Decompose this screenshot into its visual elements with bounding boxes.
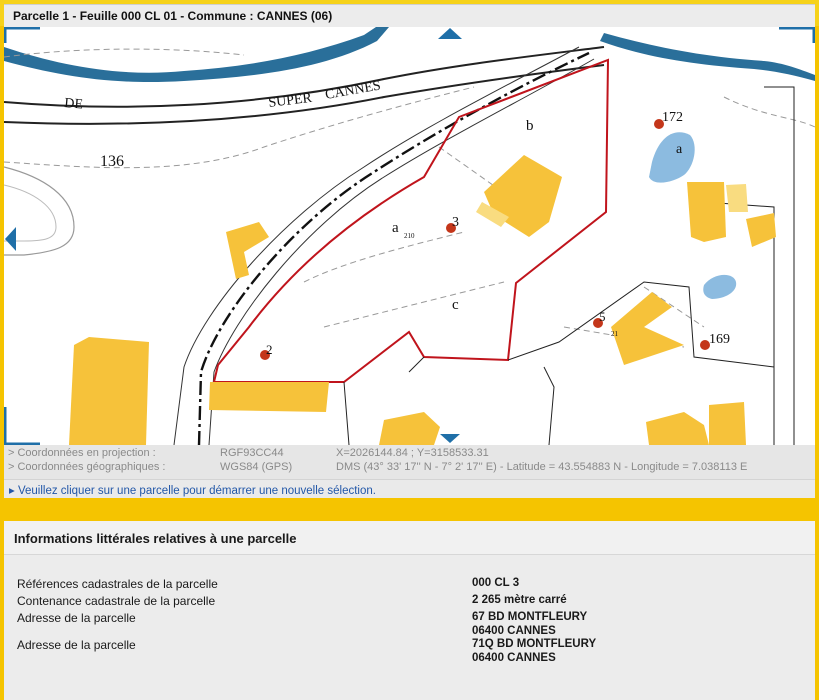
info-value: 000 CL 3 <box>472 577 520 589</box>
projection-row: > Coordonnées en projection : RGF93CC44 … <box>4 447 815 462</box>
geo-label: > Coordonnées géographiques : <box>8 461 166 473</box>
building <box>726 184 748 212</box>
pan-up-arrow[interactable] <box>438 28 462 39</box>
lot-letter: a <box>676 142 683 157</box>
info-label: Adresse de la parcelle <box>17 611 136 625</box>
pond <box>703 274 737 299</box>
info-value: 2 265 mètre carré <box>472 594 567 606</box>
small-label: 210 <box>404 232 415 240</box>
pond <box>649 132 695 183</box>
river-east <box>600 33 815 81</box>
info-value: 71Q BD MONTFLEURY <box>472 638 597 650</box>
title-bar-inner: Parcelle 1 - Feuille 000 CL 01 - Commune… <box>4 4 815 27</box>
parcel-number: 5 <box>599 309 606 324</box>
geo-row: > Coordonnées géographiques : WGS84 (GPS… <box>4 461 815 476</box>
map-canvas[interactable]: DE SUPER CANNES 136 3 2 5 172 169 a b c … <box>4 27 815 445</box>
corner-bracket <box>4 407 40 445</box>
info-label: Références cadastrales de la parcelle <box>17 577 218 591</box>
building <box>709 402 746 445</box>
river <box>4 27 389 83</box>
info-value: 06400 CANNES <box>472 652 556 664</box>
window-title: Parcelle 1 - Feuille 000 CL 01 - Commune… <box>13 9 333 23</box>
corner-bracket <box>4 27 40 43</box>
corner-bracket <box>779 27 815 43</box>
parcel-info-header: Informations littérales relatives à une … <box>4 521 815 555</box>
pan-left-arrow[interactable] <box>5 227 16 251</box>
building <box>379 412 440 445</box>
parcel-lines <box>343 86 795 445</box>
building <box>687 182 726 242</box>
parcel-number: 172 <box>662 110 683 125</box>
selection-notice-text: ▸ Veuillez cliquer sur une parcelle pour… <box>9 485 376 497</box>
parcel-info-title: Informations littérales relatives à une … <box>14 531 297 546</box>
parcel-number: 3 <box>452 215 459 230</box>
building <box>611 292 684 365</box>
info-value: 06400 CANNES <box>472 625 556 637</box>
projection-value: X=2026144.84 ; Y=3158533.31 <box>336 447 489 459</box>
info-value: 67 BD MONTFLEURY <box>472 611 588 623</box>
street-label: DE <box>64 96 84 113</box>
cadastral-map[interactable]: DE SUPER CANNES 136 3 2 5 172 169 a b c … <box>4 27 815 445</box>
small-label: 21 <box>611 330 619 338</box>
projection-label: > Coordonnées en projection : <box>8 447 156 459</box>
geo-system: WGS84 (GPS) <box>220 461 293 473</box>
parcel-number: 169 <box>709 332 730 347</box>
building <box>226 222 269 279</box>
building <box>646 412 709 445</box>
projection-system: RGF93CC44 <box>220 447 284 459</box>
building <box>69 337 149 445</box>
parcel-info-panel: Informations littérales relatives à une … <box>4 521 815 700</box>
separator-band <box>0 498 819 520</box>
selection-notice: ▸ Veuillez cliquer sur une parcelle pour… <box>4 479 815 499</box>
geo-value: DMS (43° 33' 17'' N - 7° 2' 17'' E) - La… <box>336 461 748 473</box>
building <box>746 213 776 247</box>
lot-letter: b <box>526 118 534 134</box>
building <box>209 382 329 412</box>
lot-letter: a <box>392 220 399 236</box>
pan-down-arrow[interactable] <box>440 434 460 443</box>
parcel-number: 136 <box>100 153 124 170</box>
parcel-number: 2 <box>266 342 273 357</box>
lot-letter: c <box>452 297 459 313</box>
building <box>484 155 562 237</box>
coordinates-bar: > Coordonnées en projection : RGF93CC44 … <box>4 445 815 479</box>
title-bar: Parcelle 1 - Feuille 000 CL 01 - Commune… <box>0 0 819 27</box>
street-label: SUPER <box>268 91 314 111</box>
info-label: Contenance cadastrale de la parcelle <box>17 594 216 608</box>
info-label: Adresse de la parcelle <box>17 638 136 652</box>
